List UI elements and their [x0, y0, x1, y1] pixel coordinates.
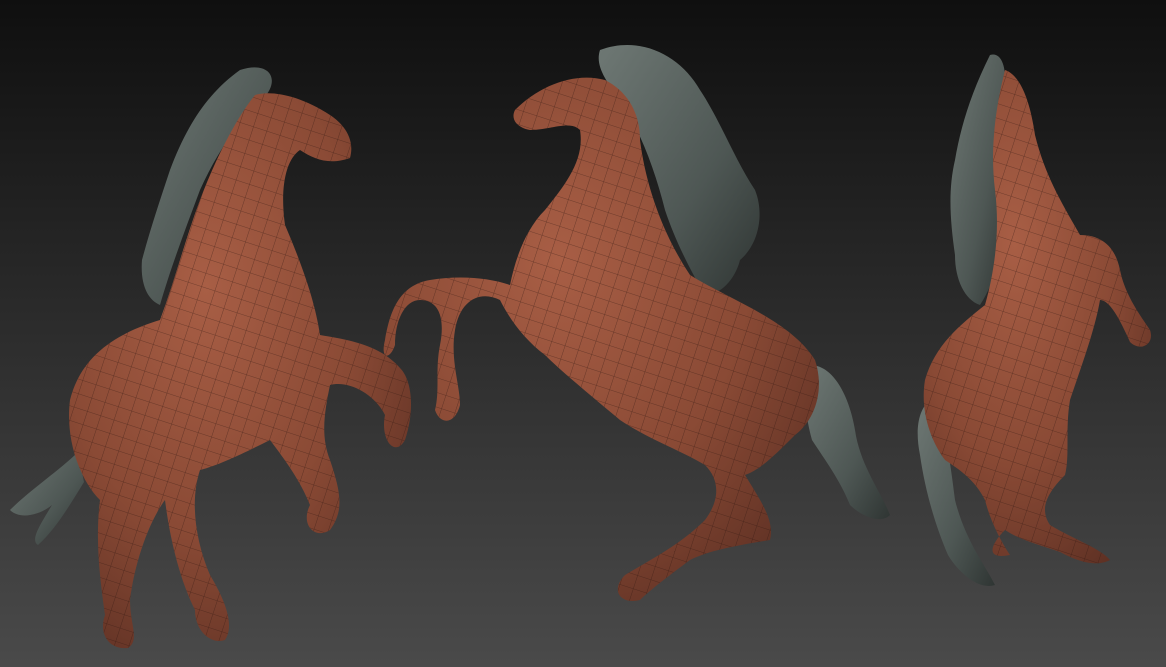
viewport-canvas[interactable]	[0, 0, 1166, 667]
render-viewport[interactable]	[0, 0, 1166, 667]
